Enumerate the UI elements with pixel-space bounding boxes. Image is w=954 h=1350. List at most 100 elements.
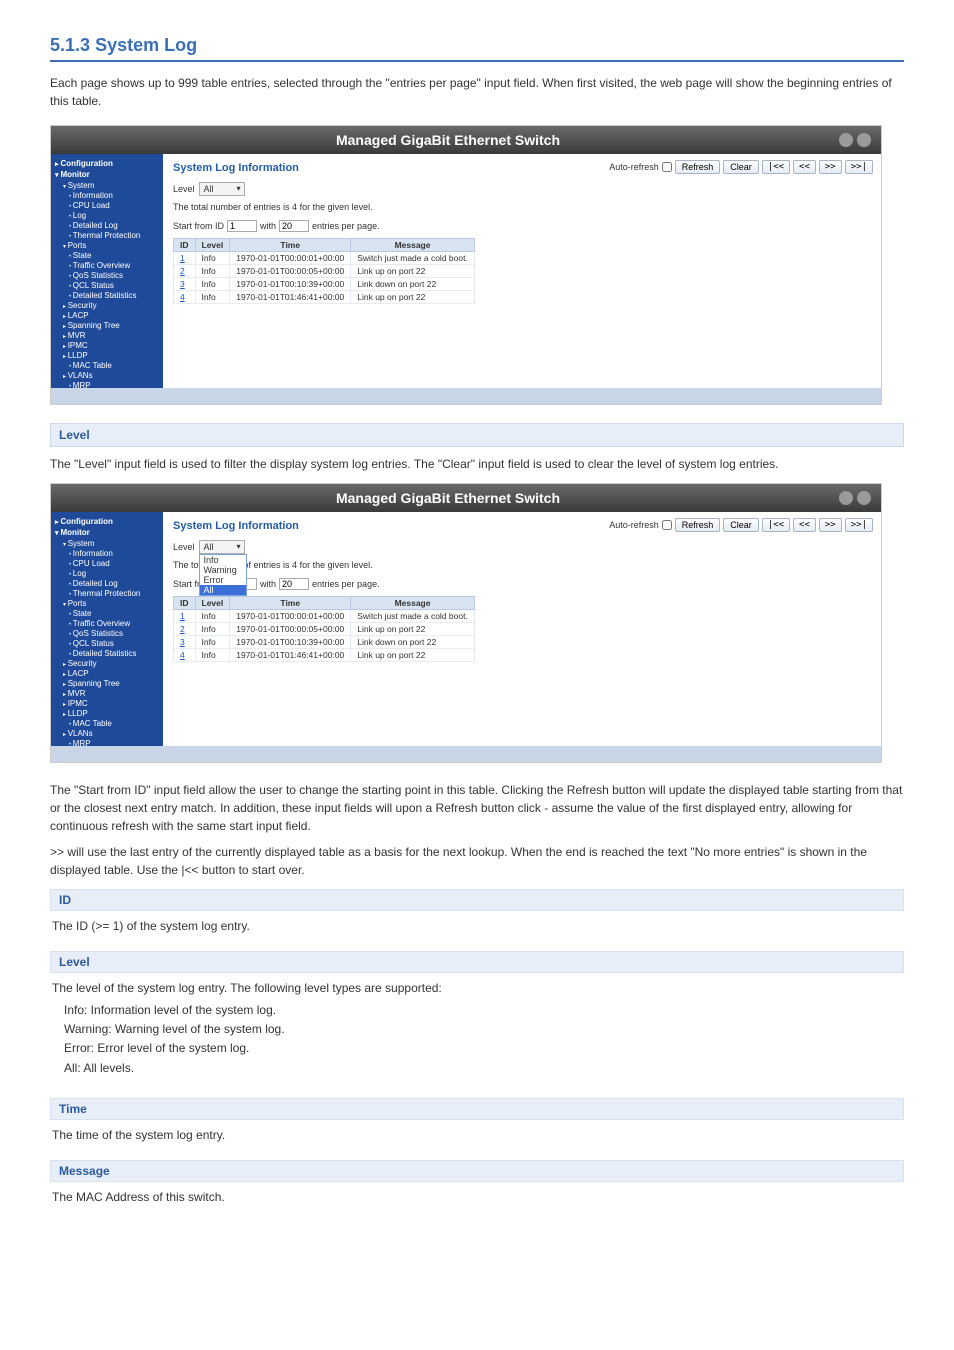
- log-id-link[interactable]: 3: [180, 279, 185, 289]
- nav-lldp[interactable]: LLDP: [55, 350, 159, 360]
- nav-log[interactable]: Log: [55, 210, 159, 220]
- help-icon[interactable]: [857, 133, 871, 147]
- nav-ipmc[interactable]: IPMC: [55, 340, 159, 350]
- log-id-link[interactable]: 1: [180, 611, 185, 621]
- logout-icon[interactable]: [839, 491, 853, 505]
- level-option-info[interactable]: Info: [200, 555, 246, 565]
- col-time: Time: [230, 597, 351, 610]
- prev-button[interactable]: <<: [793, 160, 816, 174]
- nav-instructions: >> will use the last entry of the curren…: [50, 843, 904, 879]
- nav-detailed-statistics[interactable]: Detailed Statistics: [55, 290, 159, 300]
- nav-information[interactable]: Information: [55, 548, 159, 558]
- log-id-link[interactable]: 1: [180, 253, 185, 263]
- nav-ports[interactable]: Ports: [55, 598, 159, 608]
- nav-lacp[interactable]: LACP: [55, 310, 159, 320]
- nav-system[interactable]: System: [55, 538, 159, 548]
- sidebar: Configuration Monitor System Information…: [51, 154, 163, 388]
- last-button[interactable]: >>|: [845, 518, 873, 532]
- level-option-error[interactable]: Error: [200, 575, 246, 585]
- def-body: The MAC Address of this switch.: [50, 1182, 904, 1212]
- nav-detailed-log[interactable]: Detailed Log: [55, 220, 159, 230]
- level-selected[interactable]: All: [199, 540, 245, 554]
- refresh-button[interactable]: Refresh: [675, 518, 721, 532]
- nav-configuration[interactable]: Configuration: [55, 516, 159, 527]
- level-select[interactable]: All: [199, 182, 245, 196]
- def-message: Message The MAC Address of this switch.: [50, 1160, 904, 1212]
- log-id-link[interactable]: 3: [180, 637, 185, 647]
- nav-configuration[interactable]: Configuration: [55, 158, 159, 169]
- with-input[interactable]: [279, 578, 309, 590]
- nav-security[interactable]: Security: [55, 658, 159, 668]
- section-heading: 5.1.3 System Log: [50, 35, 904, 56]
- nav-state[interactable]: State: [55, 250, 159, 260]
- logout-icon[interactable]: [839, 133, 853, 147]
- nav-vlans[interactable]: VLANs: [55, 370, 159, 380]
- nav-cpu-load[interactable]: CPU Load: [55, 558, 159, 568]
- last-button[interactable]: >>|: [845, 160, 873, 174]
- start-id-input[interactable]: [227, 220, 257, 232]
- nav-log[interactable]: Log: [55, 568, 159, 578]
- level-item: All: All levels.: [64, 1059, 902, 1078]
- log-row: 1Info1970-01-01T00:00:01+00:00Switch jus…: [174, 252, 475, 265]
- nav-qos-statistics[interactable]: QoS Statistics: [55, 270, 159, 280]
- nav-traffic-overview[interactable]: Traffic Overview: [55, 618, 159, 628]
- nav-vlans[interactable]: VLANs: [55, 728, 159, 738]
- nav-lldp[interactable]: LLDP: [55, 708, 159, 718]
- help-icon[interactable]: [857, 491, 871, 505]
- nav-monitor[interactable]: Monitor: [55, 169, 159, 180]
- refresh-button[interactable]: Refresh: [675, 160, 721, 174]
- nav-qcl-status[interactable]: QCL Status: [55, 280, 159, 290]
- nav-traffic-overview[interactable]: Traffic Overview: [55, 260, 159, 270]
- clear-button[interactable]: Clear: [723, 160, 759, 174]
- entries-per-page-label: entries per page.: [312, 579, 380, 589]
- nav-thermal-protection[interactable]: Thermal Protection: [55, 588, 159, 598]
- log-id-link[interactable]: 4: [180, 650, 185, 660]
- first-button[interactable]: |<<: [762, 518, 790, 532]
- nav-detailed-statistics[interactable]: Detailed Statistics: [55, 648, 159, 658]
- col-id: ID: [174, 239, 196, 252]
- log-row: 3Info1970-01-01T00:10:39+00:00Link down …: [174, 278, 475, 291]
- prev-button[interactable]: <<: [793, 518, 816, 532]
- level-option-warning[interactable]: Warning: [200, 565, 246, 575]
- nav-mrp[interactable]: MRP: [55, 380, 159, 388]
- nav-information[interactable]: Information: [55, 190, 159, 200]
- nav-system[interactable]: System: [55, 180, 159, 190]
- nav-lacp[interactable]: LACP: [55, 668, 159, 678]
- app-screenshot-open: Managed GigaBit Ethernet Switch Configur…: [50, 483, 882, 763]
- log-id-link[interactable]: 2: [180, 624, 185, 634]
- nav-detailed-log[interactable]: Detailed Log: [55, 578, 159, 588]
- nav-mac-table[interactable]: MAC Table: [55, 360, 159, 370]
- nav-mrp[interactable]: MRP: [55, 738, 159, 746]
- log-msg: Link up on port 22: [351, 291, 475, 304]
- nav-ports[interactable]: Ports: [55, 240, 159, 250]
- level-instructions: The "Start from ID" input field allow th…: [50, 781, 904, 835]
- nav-qos-statistics[interactable]: QoS Statistics: [55, 628, 159, 638]
- log-id-link[interactable]: 4: [180, 292, 185, 302]
- auto-refresh-checkbox[interactable]: [662, 520, 672, 530]
- nav-spanning-tree[interactable]: Spanning Tree: [55, 678, 159, 688]
- nav-monitor[interactable]: Monitor: [55, 527, 159, 538]
- with-input[interactable]: [279, 220, 309, 232]
- nav-mac-table[interactable]: MAC Table: [55, 718, 159, 728]
- level-item: Warning: Warning level of the system log…: [64, 1020, 902, 1039]
- first-button[interactable]: |<<: [762, 160, 790, 174]
- with-label: with: [260, 221, 276, 231]
- def-body: The ID (>= 1) of the system log entry.: [50, 911, 904, 941]
- clear-button[interactable]: Clear: [723, 518, 759, 532]
- nav-mvr[interactable]: MVR: [55, 330, 159, 340]
- level-option-all[interactable]: All: [200, 585, 246, 595]
- auto-refresh-checkbox[interactable]: [662, 162, 672, 172]
- next-button[interactable]: >>: [819, 160, 842, 174]
- nav-qcl-status[interactable]: QCL Status: [55, 638, 159, 648]
- level-selected[interactable]: All: [199, 182, 245, 196]
- nav-spanning-tree[interactable]: Spanning Tree: [55, 320, 159, 330]
- log-id-link[interactable]: 2: [180, 266, 185, 276]
- level-select[interactable]: All Info Warning Error All: [199, 540, 245, 554]
- nav-state[interactable]: State: [55, 608, 159, 618]
- next-button[interactable]: >>: [819, 518, 842, 532]
- nav-mvr[interactable]: MVR: [55, 688, 159, 698]
- nav-ipmc[interactable]: IPMC: [55, 698, 159, 708]
- nav-thermal-protection[interactable]: Thermal Protection: [55, 230, 159, 240]
- nav-security[interactable]: Security: [55, 300, 159, 310]
- nav-cpu-load[interactable]: CPU Load: [55, 200, 159, 210]
